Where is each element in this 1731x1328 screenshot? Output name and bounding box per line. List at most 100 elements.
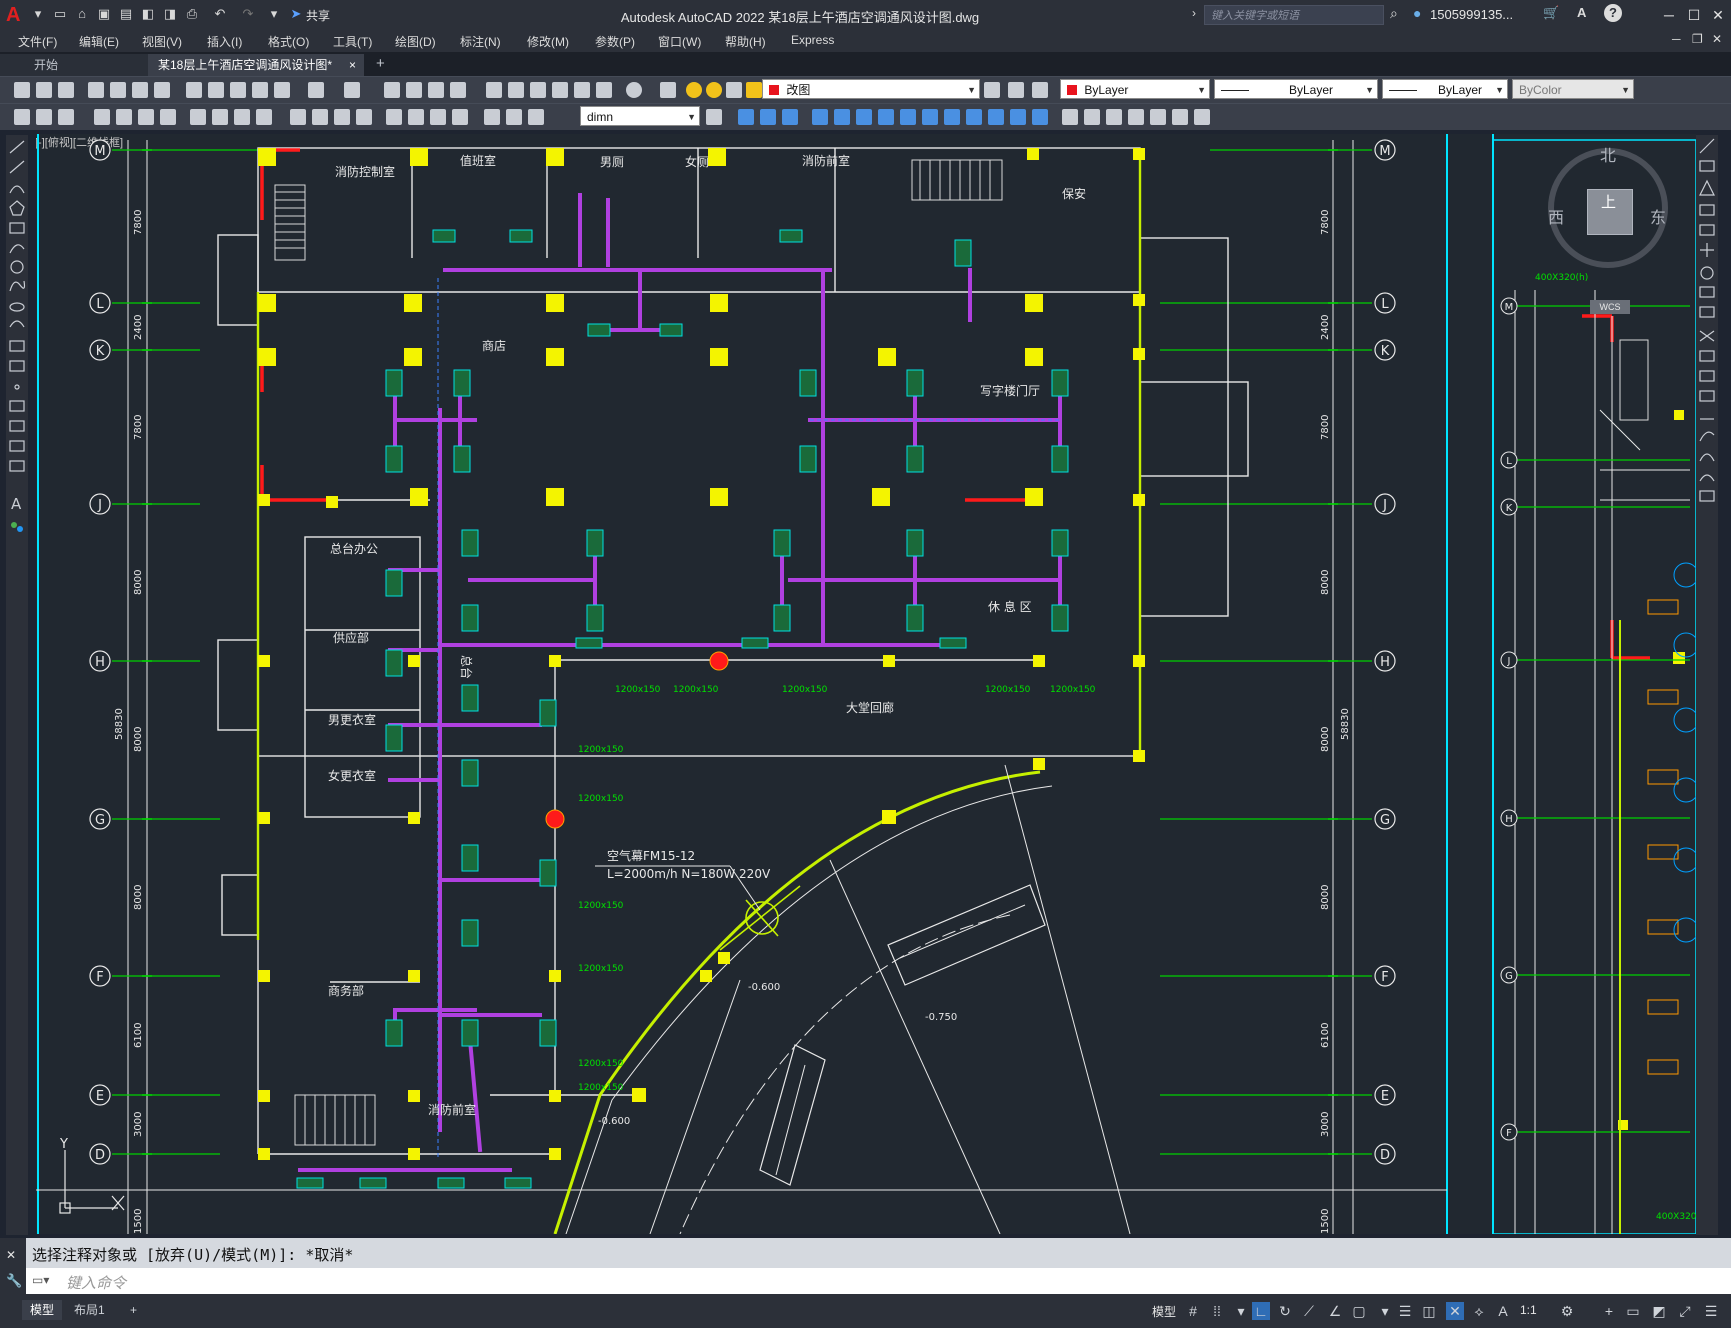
tb2-icon-scale[interactable] xyxy=(878,109,894,125)
tab-layout1[interactable]: 布局1 xyxy=(66,1300,113,1320)
tb2-icon-stretch[interactable] xyxy=(900,109,916,125)
continue-dim-icon[interactable] xyxy=(334,109,350,125)
copy-icon[interactable] xyxy=(208,82,224,98)
tb2-icon-move[interactable] xyxy=(834,109,850,125)
search-input[interactable]: 键入关键字或短语 xyxy=(1204,5,1384,25)
customize-quick-access-icon[interactable]: ▾ xyxy=(266,6,282,22)
redo-icon[interactable]: ↷ xyxy=(240,6,256,22)
cut-icon[interactable] xyxy=(186,82,202,98)
clean-screen-icon[interactable]: ⤢ xyxy=(1676,1302,1694,1320)
tb2-icon-measure[interactable] xyxy=(1172,109,1188,125)
print-icon[interactable] xyxy=(88,82,104,98)
match-properties-icon[interactable] xyxy=(252,82,268,98)
layer-viewport-icon[interactable] xyxy=(726,82,742,98)
layer-freeze-sun-icon[interactable] xyxy=(706,82,722,98)
viewcube-east-label[interactable]: 东 xyxy=(1650,204,1666,228)
tb2-icon-trim[interactable] xyxy=(922,109,938,125)
menu-file[interactable]: 文件(F) xyxy=(18,33,57,50)
tb2-icon-rotate[interactable] xyxy=(856,109,872,125)
open-file-icon[interactable]: ⌂ xyxy=(74,6,90,22)
calculator-icon[interactable] xyxy=(596,82,612,98)
object-snap-icon[interactable]: ▢ xyxy=(1350,1302,1368,1320)
polar-tracking-icon[interactable]: ↻ xyxy=(1276,1302,1294,1320)
viewcube-top-label[interactable]: 上 xyxy=(1601,191,1616,212)
share-icon[interactable]: ➤ xyxy=(288,6,304,22)
save-web-icon[interactable]: ◨ xyxy=(162,6,178,22)
diameter-dim-icon[interactable] xyxy=(234,109,250,125)
layer-properties-icon[interactable] xyxy=(660,82,676,98)
model-space-button[interactable]: 模型 xyxy=(1152,1303,1176,1320)
help-toolbar-icon[interactable] xyxy=(626,82,642,98)
angular-dim-icon[interactable] xyxy=(256,109,272,125)
viewcube-west-label[interactable]: 西 xyxy=(1548,204,1564,228)
quick-dim-icon[interactable] xyxy=(290,109,306,125)
plot-icon[interactable]: ⎙ xyxy=(184,6,200,22)
undo-icon[interactable]: ↶ xyxy=(212,6,228,22)
grid-icon[interactable]: # xyxy=(1184,1302,1202,1320)
jogged-dim-icon[interactable] xyxy=(212,109,228,125)
tb2-icon-fillet[interactable] xyxy=(1032,109,1048,125)
lineweight-dropdown[interactable]: ByLayer ▼ xyxy=(1382,79,1508,99)
close-icon[interactable]: ✕ xyxy=(1706,4,1730,26)
layer-dropdown[interactable]: 改图 ▼ xyxy=(762,79,980,99)
annotation-monitor-icon[interactable]: + xyxy=(1600,1302,1618,1320)
cart-icon[interactable]: 🛒 xyxy=(1543,5,1559,21)
center-mark-icon[interactable] xyxy=(408,109,424,125)
expand-search-icon[interactable]: › xyxy=(1192,6,1196,20)
isolate-objects-icon[interactable]: ◩ xyxy=(1650,1302,1668,1320)
new-tab-icon[interactable]: + xyxy=(376,55,385,72)
app-menu-chevron-icon[interactable]: ▾ xyxy=(30,6,46,22)
tb2-icon-2[interactable] xyxy=(36,109,52,125)
command-input[interactable]: 键入命令 xyxy=(66,1272,126,1293)
layer-previous-icon[interactable] xyxy=(1008,82,1024,98)
tb2-icon-copy[interactable] xyxy=(738,109,754,125)
menu-express[interactable]: Express xyxy=(791,33,834,47)
doc-minimize-icon[interactable]: ─ xyxy=(1672,32,1681,46)
dim-style-manager-icon[interactable] xyxy=(706,109,722,125)
user-name[interactable]: 1505999135... xyxy=(1430,7,1513,22)
snap-settings-icon[interactable]: ▾ xyxy=(1376,1302,1394,1320)
tb2-icon-chamfer[interactable] xyxy=(1010,109,1026,125)
block-editor-icon[interactable] xyxy=(274,82,290,98)
linetype-dropdown[interactable]: ByLayer ▼ xyxy=(1214,79,1378,99)
snap-menu-icon[interactable]: ▾ xyxy=(1232,1302,1250,1320)
dim-update-icon[interactable] xyxy=(528,109,544,125)
menu-draw[interactable]: 绘图(D) xyxy=(395,33,436,50)
user-icon[interactable]: ● xyxy=(1413,5,1421,21)
menu-edit[interactable]: 编辑(E) xyxy=(79,33,119,50)
doc-close-icon[interactable]: ✕ xyxy=(1712,32,1722,46)
draw-tools-strip[interactable]: A xyxy=(6,135,28,595)
tb2-icon-break[interactable] xyxy=(966,109,982,125)
inspect-icon[interactable] xyxy=(430,109,446,125)
qnew-icon[interactable] xyxy=(14,82,30,98)
autocad-logo-icon[interactable]: A xyxy=(6,4,28,26)
tab-active-drawing[interactable]: 某18层上午酒店空调通风设计图* × xyxy=(148,54,364,76)
dim-edit-icon[interactable] xyxy=(484,109,500,125)
tb2-icon-array[interactable] xyxy=(812,109,828,125)
snap-icon[interactable]: ⁞⁞ xyxy=(1208,1302,1226,1320)
annotation-visibility-icon[interactable]: ✕ xyxy=(1446,1302,1464,1320)
maximize-icon[interactable]: ☐ xyxy=(1682,4,1706,26)
tb2-icon-ungroup[interactable] xyxy=(1106,109,1122,125)
baseline-dim-icon[interactable] xyxy=(312,109,328,125)
auto-scale-icon[interactable]: ⟡ xyxy=(1470,1302,1488,1320)
markup-icon[interactable] xyxy=(574,82,590,98)
color-dropdown[interactable]: ByLayer ▼ xyxy=(1060,79,1210,99)
annotation-scale-value[interactable]: 1:1 xyxy=(1520,1303,1537,1317)
menu-insert[interactable]: 插入(I) xyxy=(207,33,242,50)
layer-lock-icon[interactable] xyxy=(746,82,762,98)
jogged-linear-icon[interactable] xyxy=(452,109,468,125)
save-icon[interactable]: ▣ xyxy=(96,6,112,22)
redo-toolbar-icon[interactable] xyxy=(344,82,360,98)
menu-modify[interactable]: 修改(M) xyxy=(527,33,569,50)
design-center-icon[interactable] xyxy=(508,82,524,98)
paste-icon[interactable] xyxy=(230,82,246,98)
add-layout-icon[interactable]: + xyxy=(122,1300,145,1320)
tb2-icon-explode[interactable] xyxy=(1062,109,1078,125)
arc-length-icon[interactable] xyxy=(138,109,154,125)
tab-close-icon[interactable]: × xyxy=(349,54,356,76)
publish-icon[interactable] xyxy=(132,82,148,98)
isodraft-icon[interactable]: ⟋ xyxy=(1300,1302,1318,1320)
tb2-icon-hatch[interactable] xyxy=(1128,109,1144,125)
zoom-window-icon[interactable] xyxy=(428,82,444,98)
